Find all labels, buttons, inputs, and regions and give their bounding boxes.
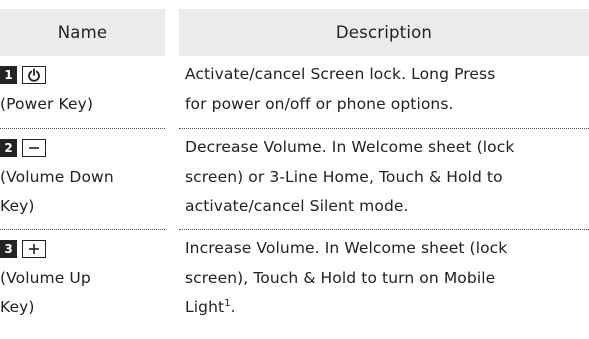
number-badge: 2 (0, 138, 17, 157)
key-name: (Volume Down (0, 167, 114, 186)
key-description-table: Name Description 1 (Power Key) Activate/… (0, 0, 589, 339)
key-name: Key) (0, 298, 35, 316)
description-cell: Decrease Volume. In Welcome sheet (lock … (185, 133, 589, 222)
number-badge: 1 (0, 65, 17, 84)
name-cell: 1 (Power Key) (0, 60, 165, 119)
description-cell: Increase Volume. In Welcome sheet (lock … (185, 234, 589, 323)
description-line: for power on/off or phone options. (185, 94, 454, 113)
key-name: (Power Key) (0, 94, 94, 113)
power-icon (22, 65, 46, 84)
number-badge: 3 (0, 239, 17, 258)
key-name: (Volume Up (0, 268, 91, 287)
description-line: Light1. (185, 293, 589, 323)
description-line: screen), Touch & Hold to turn on Mobile (185, 268, 496, 287)
key-label: 1 (0, 60, 165, 90)
description-column-header: Description (179, 9, 589, 56)
name-column-header: Name (0, 9, 165, 56)
minus-icon (22, 138, 46, 157)
description-line: Decrease Volume. In Welcome sheet (lock (185, 138, 515, 156)
row-divider (0, 229, 165, 230)
row-divider (0, 128, 165, 129)
key-label: 2 (0, 133, 165, 163)
description-line: Activate/cancel Screen lock. Long Press (185, 65, 496, 83)
description-line: screen) or 3-Line Home, Touch & Hold to (185, 167, 503, 186)
plus-icon (22, 239, 46, 258)
row-divider (179, 128, 589, 129)
description-line: Increase Volume. In Welcome sheet (lock (185, 239, 508, 257)
description-end: . (230, 298, 236, 316)
description-line: activate/cancel Silent mode. (185, 197, 409, 215)
name-cell: 2 (Volume Down Key) (0, 133, 165, 222)
name-cell: 3 (Volume Up Key) (0, 234, 165, 323)
key-label: 3 (0, 234, 165, 264)
key-name: Key) (0, 197, 35, 215)
description-cell: Activate/cancel Screen lock. Long Press … (185, 60, 589, 119)
row-divider (179, 229, 589, 230)
description-text: Light (185, 298, 225, 316)
